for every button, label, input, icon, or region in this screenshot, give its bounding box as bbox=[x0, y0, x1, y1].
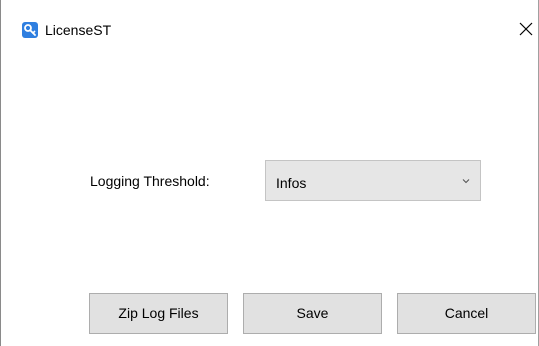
settings-dialog: LicenseST Logging Threshold: Infos Zip L… bbox=[0, 0, 539, 346]
logging-threshold-select[interactable]: Infos bbox=[265, 160, 481, 201]
close-icon bbox=[519, 22, 533, 36]
save-button[interactable]: Save bbox=[243, 293, 382, 334]
close-button[interactable] bbox=[515, 18, 537, 40]
selected-threshold-value: Infos bbox=[276, 175, 307, 191]
chevron-down-icon bbox=[462, 179, 470, 184]
cancel-button[interactable]: Cancel bbox=[397, 293, 536, 334]
window-title: LicenseST bbox=[45, 22, 112, 38]
zip-log-files-button[interactable]: Zip Log Files bbox=[89, 293, 228, 334]
title-bar: LicenseST bbox=[1, 0, 538, 44]
logging-threshold-label: Logging Threshold: bbox=[90, 173, 210, 189]
key-icon bbox=[22, 22, 38, 38]
